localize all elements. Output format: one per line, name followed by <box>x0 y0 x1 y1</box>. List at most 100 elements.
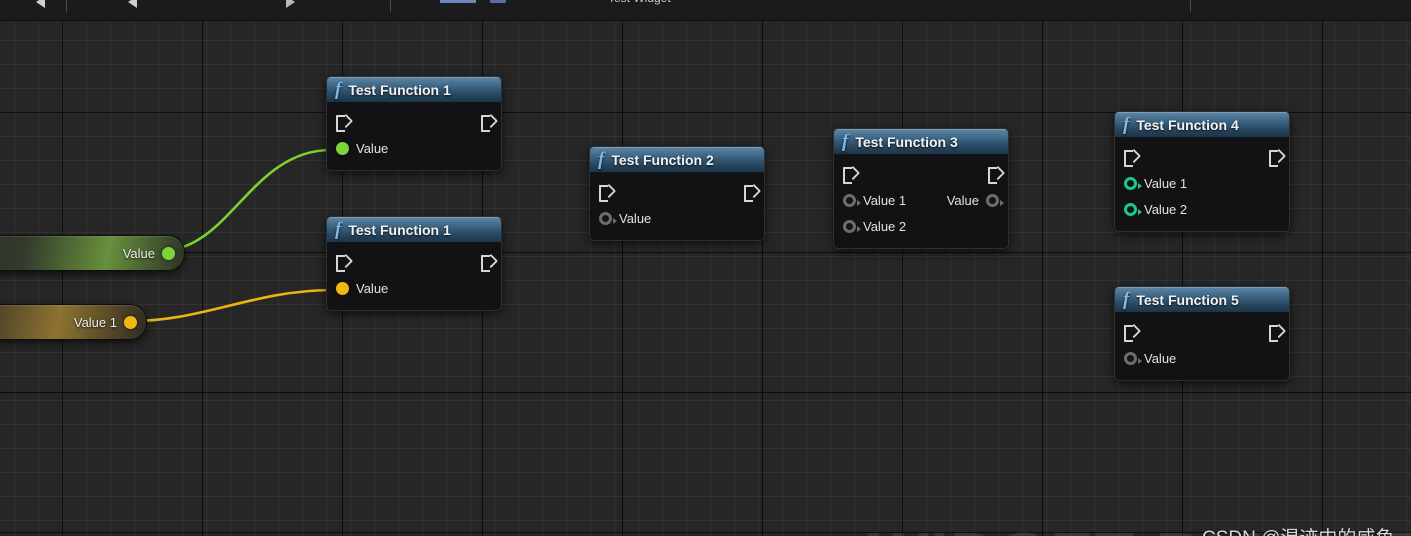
exec-input-pin[interactable] <box>336 254 347 272</box>
function-node[interactable]: f Test Function 3 Value 1 Value Value 2 <box>833 128 1009 249</box>
function-node[interactable]: f Test Function 5 Value <box>1114 286 1290 381</box>
input-pin-slot: Value <box>1124 351 1176 366</box>
node-body: Value <box>327 103 501 170</box>
exec-out-slot <box>1269 149 1280 167</box>
node-title: Test Function 3 <box>855 133 958 150</box>
node-header[interactable]: f Test Function 1 <box>327 77 501 103</box>
node-header[interactable]: f Test Function 3 <box>834 129 1008 155</box>
toolbar-separator-3 <box>1190 0 1191 12</box>
input-pin-slot: Value <box>599 211 651 226</box>
data-pin-row: Value 1 <box>1115 170 1289 196</box>
input-pin-slot: Value 1 <box>843 193 906 208</box>
input-data-pin[interactable] <box>599 211 617 225</box>
exec-out-slot <box>988 166 999 184</box>
input-pin-slot: Value <box>336 281 388 296</box>
back-arrow-icon[interactable] <box>36 0 45 8</box>
pin-label: Value 1 <box>73 314 117 330</box>
node-body: Value <box>1115 313 1289 380</box>
node-body: Value 1 Value Value 2 <box>834 155 1008 248</box>
pin-label: Value <box>356 140 389 156</box>
function-icon: f <box>1123 114 1130 135</box>
input-pin-slot: Value 2 <box>843 219 906 234</box>
asset-tab-label[interactable]: Test Widget <box>608 0 838 5</box>
editor-toolbar: Test Widget <box>0 0 1411 21</box>
node-header[interactable]: f Test Function 5 <box>1115 287 1289 313</box>
toolbar-separator-2 <box>390 0 391 12</box>
function-icon: f <box>1123 289 1130 310</box>
exec-in-slot <box>336 254 347 272</box>
function-node[interactable]: f Test Function 1 Value <box>326 216 502 311</box>
function-icon: f <box>335 219 342 240</box>
node-title: Test Function 5 <box>1136 291 1239 308</box>
pin-label: Value <box>946 192 979 208</box>
function-node[interactable]: f Test Function 4 Value 1 Value 2 <box>1114 111 1290 232</box>
exec-input-pin[interactable] <box>336 114 347 132</box>
exec-output-pin[interactable] <box>988 166 999 184</box>
function-icon: f <box>335 79 342 100</box>
pin-label: Value <box>1144 350 1177 366</box>
data-pin-row: Value 1 Value <box>834 187 1008 213</box>
exec-input-pin[interactable] <box>599 184 610 202</box>
exec-output-pin[interactable] <box>1269 149 1280 167</box>
data-pin-row: Value 2 <box>1115 196 1289 222</box>
output-data-pin[interactable] <box>124 315 137 329</box>
grid-major-lines <box>0 20 1411 536</box>
pin-label: Value 2 <box>1144 201 1188 217</box>
input-data-pin[interactable] <box>843 193 861 207</box>
node-header[interactable]: f Test Function 4 <box>1115 112 1289 138</box>
data-pin-row: Value 2 <box>834 213 1008 239</box>
exec-out-slot <box>481 254 492 272</box>
node-header[interactable]: f Test Function 2 <box>590 147 764 173</box>
exec-in-slot <box>599 184 610 202</box>
node-title: Test Function 4 <box>1136 116 1239 133</box>
asset-thumbnail-icon[interactable] <box>440 0 476 3</box>
exec-pin-row <box>590 179 764 205</box>
exec-in-slot <box>1124 324 1135 342</box>
function-node[interactable]: f Test Function 1 Value <box>326 76 502 171</box>
data-pin-row: Value <box>590 205 764 231</box>
output-data-pin[interactable] <box>162 246 175 260</box>
blueprint-graph-canvas[interactable]: WIDGET BLUEPRINT CSDN @混迹中的咸鱼 fTest Func… <box>0 20 1411 536</box>
node-header[interactable]: f Test Function 1 <box>327 217 501 243</box>
exec-output-pin[interactable] <box>481 114 492 132</box>
input-data-pin[interactable] <box>1124 202 1142 216</box>
forward-arrow-icon[interactable] <box>286 0 295 8</box>
input-data-pin[interactable] <box>1124 351 1142 365</box>
exec-in-slot <box>843 166 854 184</box>
exec-input-pin[interactable] <box>1124 149 1135 167</box>
input-data-pin[interactable] <box>336 141 349 155</box>
node-title: Test Function 1 <box>348 221 451 238</box>
exec-pin-row <box>1115 319 1289 345</box>
function-icon: f <box>598 149 605 170</box>
pin-label: Value 1 <box>863 192 907 208</box>
output-data-pin[interactable] <box>986 193 1004 207</box>
exec-pin-row <box>327 249 501 275</box>
exec-in-slot <box>336 114 347 132</box>
function-node[interactable]: f Test Function 2 Value <box>589 146 765 241</box>
input-data-pin[interactable] <box>336 281 349 295</box>
exec-output-pin[interactable] <box>481 254 492 272</box>
exec-out-slot <box>744 184 755 202</box>
input-pin-slot: Value <box>336 141 388 156</box>
input-data-pin[interactable] <box>843 219 861 233</box>
exec-output-pin[interactable] <box>744 184 755 202</box>
node-body: Value <box>590 173 764 240</box>
variable-getter-node[interactable]: Value 1 <box>0 304 147 340</box>
node-title: Test Function 2 <box>611 151 714 168</box>
function-icon: f <box>842 131 849 152</box>
exec-input-pin[interactable] <box>843 166 854 184</box>
data-pin-row: Value <box>327 135 501 161</box>
pin-label: Value <box>356 280 389 296</box>
exec-pin-row <box>1115 144 1289 170</box>
pin-label: Value <box>619 210 652 226</box>
input-data-pin[interactable] <box>1124 176 1142 190</box>
toolbar-separator <box>66 0 67 12</box>
input-pin-slot: Value 2 <box>1124 202 1187 217</box>
pin-label: Value <box>122 245 155 261</box>
pin-label: Value 2 <box>863 218 907 234</box>
input-pin-slot: Value 1 <box>1124 176 1187 191</box>
nav-left-icon[interactable] <box>128 0 137 8</box>
variable-getter-node[interactable]: Value <box>0 235 185 271</box>
exec-input-pin[interactable] <box>1124 324 1135 342</box>
exec-output-pin[interactable] <box>1269 324 1280 342</box>
